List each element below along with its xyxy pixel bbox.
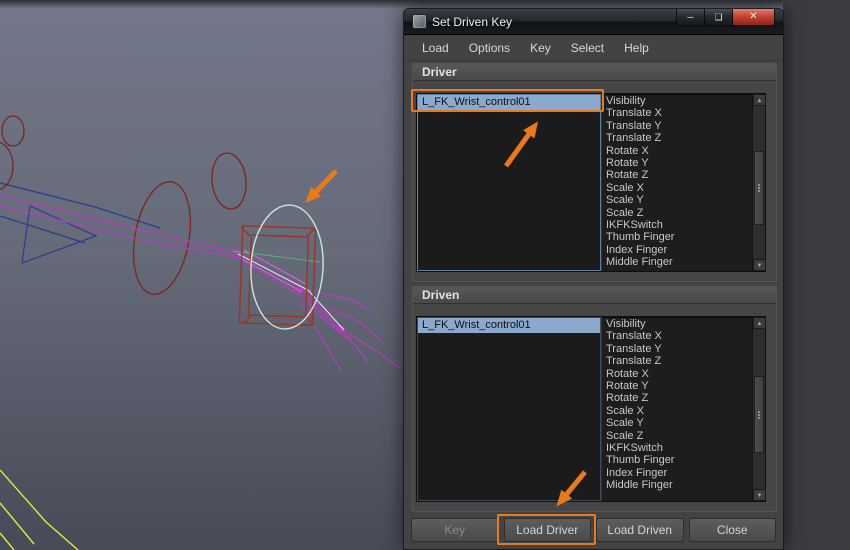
- driver-section-header[interactable]: Driver: [413, 64, 776, 81]
- driven-attribute-item[interactable]: Rotate Y: [602, 380, 752, 392]
- driven-object-list[interactable]: L_FK_Wrist_control01: [417, 317, 601, 501]
- driver-attribute-item[interactable]: Scale Y: [602, 194, 752, 206]
- driven-attribute-item[interactable]: Rotate X: [602, 368, 752, 380]
- window-controls: ─ ❏ ✕: [676, 9, 775, 26]
- driver-listbox: L_FK_Wrist_control01 VisibilityTranslate…: [416, 93, 766, 272]
- driver-attribute-item[interactable]: Translate X: [602, 107, 752, 119]
- driven-attribute-list[interactable]: VisibilityTranslate XTranslate YTranslat…: [601, 317, 752, 501]
- driven-object-item[interactable]: L_FK_Wrist_control01: [418, 318, 600, 333]
- driven-section-title: Driven: [422, 288, 459, 302]
- driver-object-list[interactable]: L_FK_Wrist_control01: [417, 94, 601, 271]
- driven-attribute-item[interactable]: Scale X: [602, 405, 752, 417]
- menu-item[interactable]: Select: [561, 37, 614, 59]
- driver-attribute-item[interactable]: Translate Y: [602, 120, 752, 132]
- window-app-icon: [412, 14, 427, 29]
- menu-item[interactable]: Load: [412, 37, 459, 59]
- driven-attribute-item[interactable]: Index Finger: [602, 467, 752, 479]
- maximize-icon: ❏: [714, 13, 722, 22]
- scroll-down-icon[interactable]: ▼: [753, 489, 766, 501]
- load-driven-button[interactable]: Load Driven: [596, 518, 684, 542]
- driver-scrollbar[interactable]: ▲ ▼: [752, 94, 765, 271]
- scrollbar-grip-icon: [758, 187, 760, 189]
- driver-attribute-item[interactable]: Scale X: [602, 182, 752, 194]
- scrollbar-grip-icon: [758, 414, 760, 416]
- yellow-control-curve[interactable]: [0, 470, 78, 550]
- driver-attribute-item[interactable]: Thumb Finger: [602, 231, 752, 243]
- scroll-up-icon[interactable]: ▲: [753, 317, 766, 329]
- driver-attribute-item[interactable]: Visibility: [602, 95, 752, 107]
- maximize-button[interactable]: ❏: [705, 9, 733, 26]
- driven-scrollbar[interactable]: ▲ ▼: [752, 317, 765, 501]
- menu-item[interactable]: Key: [520, 37, 561, 59]
- background-panel: [783, 0, 850, 550]
- driven-attribute-item[interactable]: Translate Y: [602, 343, 752, 355]
- scroll-down-icon[interactable]: ▼: [753, 259, 766, 271]
- driven-listbox: L_FK_Wrist_control01 VisibilityTranslate…: [416, 316, 766, 502]
- minimize-button[interactable]: ─: [676, 9, 705, 26]
- driver-section-title: Driver: [422, 65, 457, 79]
- scroll-up-icon[interactable]: ▲: [753, 94, 766, 106]
- close-dialog-button[interactable]: Close: [689, 518, 777, 542]
- driver-scrollbar-thumb[interactable]: [754, 151, 764, 225]
- driver-attribute-item[interactable]: Middle Finger: [602, 256, 752, 268]
- menu-item[interactable]: Help: [614, 37, 659, 59]
- window-title: Set Driven Key: [432, 15, 512, 29]
- close-window-button[interactable]: ✕: [733, 9, 775, 26]
- titlebar[interactable]: Set Driven Key ─ ❏ ✕: [404, 9, 783, 35]
- arm-skeleton-wireframe: [0, 196, 400, 372]
- driver-attribute-item[interactable]: Rotate X: [602, 145, 752, 157]
- driver-attribute-item[interactable]: Scale Z: [602, 207, 752, 219]
- driven-attribute-item[interactable]: Scale Y: [602, 417, 752, 429]
- driven-attribute-item[interactable]: Translate Z: [602, 355, 752, 367]
- shoulder-control-curves[interactable]: [0, 116, 249, 299]
- driven-attribute-item[interactable]: Thumb Finger: [602, 454, 752, 466]
- driven-attribute-item[interactable]: IKFKSwitch: [602, 442, 752, 454]
- driven-attribute-item[interactable]: Visibility: [602, 318, 752, 330]
- driven-attribute-item[interactable]: Scale Z: [602, 430, 752, 442]
- driver-attribute-item[interactable]: Index Finger: [602, 244, 752, 256]
- menu-bar: LoadOptionsKeySelectHelp: [404, 35, 783, 61]
- driver-attribute-list[interactable]: VisibilityTranslate XTranslate YTranslat…: [601, 94, 752, 271]
- menu-item[interactable]: Options: [459, 37, 520, 59]
- driven-attribute-item[interactable]: Translate X: [602, 330, 752, 342]
- driven-attribute-item[interactable]: Middle Finger: [602, 479, 752, 491]
- driver-attribute-item[interactable]: IKFKSwitch: [602, 219, 752, 231]
- key-button[interactable]: Key: [411, 518, 499, 542]
- skeleton-bone-lines: [0, 183, 160, 263]
- maya-screen: Set Driven Key ─ ❏ ✕ LoadOptionsKeySelec…: [0, 0, 850, 550]
- driver-attribute-item[interactable]: Translate Z: [602, 132, 752, 144]
- annotation-box-driver-object: [411, 89, 604, 112]
- close-icon: ✕: [749, 12, 757, 22]
- driven-section: Driven L_FK_Wrist_control01 VisibilityTr…: [412, 286, 777, 512]
- driven-scrollbar-thumb[interactable]: [754, 376, 764, 453]
- driver-attribute-item[interactable]: Rotate Y: [602, 157, 752, 169]
- minimize-icon: ─: [687, 13, 693, 22]
- driven-section-header[interactable]: Driven: [413, 287, 776, 304]
- driver-attribute-item[interactable]: Rotate Z: [602, 169, 752, 181]
- annotation-box-load-driver-button: [497, 514, 596, 545]
- driven-attribute-item[interactable]: Rotate Z: [602, 392, 752, 404]
